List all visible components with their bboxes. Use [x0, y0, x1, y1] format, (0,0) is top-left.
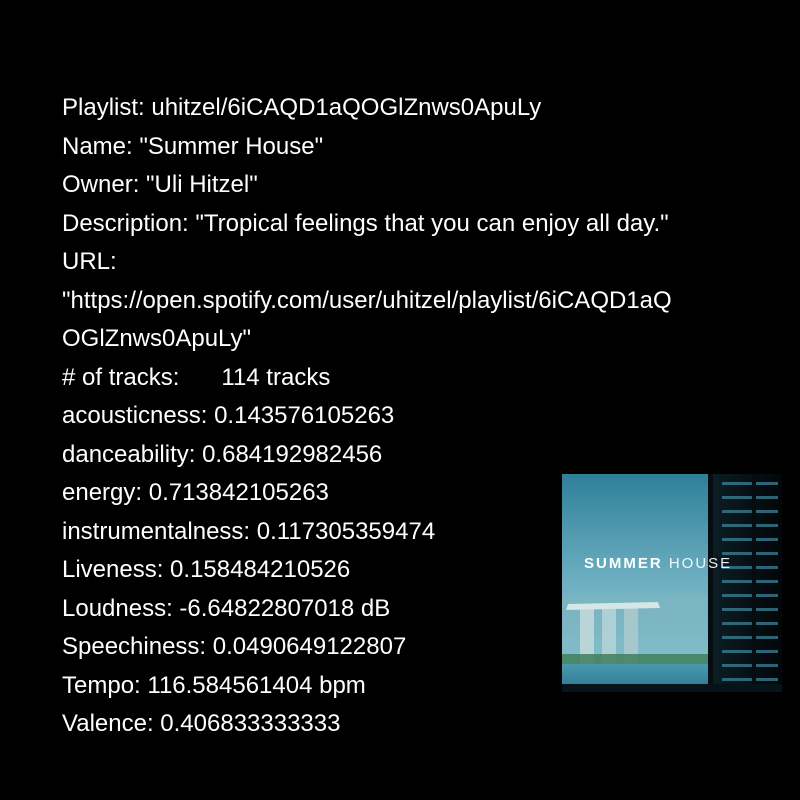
- playlist-id-line: Playlist: uhitzel/6iCAQD1aQOGlZnws0ApuLy: [62, 94, 542, 121]
- playlist-url-line-2: OGlZnws0ApuLy": [62, 325, 252, 352]
- feature-valence: Valence: 0.406833333333: [62, 710, 341, 737]
- cover-title-light: HOUSE: [668, 555, 733, 572]
- track-count-label: # of tracks:: [62, 363, 180, 391]
- playlist-url-label: URL:: [62, 248, 117, 275]
- track-count-value: 114 tracks: [221, 363, 331, 391]
- playlist-url-line-1: "https://open.spotify.com/user/uhitzel/p…: [62, 286, 672, 314]
- cover-title: SUMMER HOUSE: [584, 555, 732, 572]
- playlist-description-line: Description: "Tropical feelings that you…: [62, 209, 669, 237]
- track-count-line: # of tracks: 114 tracks: [62, 359, 784, 398]
- playlist-name-line: Name: "Summer House": [62, 132, 324, 160]
- feature-danceability: danceability: 0.684192982456: [62, 440, 383, 468]
- playlist-owner-line: Owner: "Uli Hitzel": [62, 171, 258, 198]
- playlist-cover-image: SUMMER HOUSE: [562, 474, 782, 692]
- feature-acousticness: acousticness: 0.143576105263: [62, 402, 395, 429]
- cover-art: [562, 474, 782, 692]
- cover-title-bold: SUMMER: [584, 555, 663, 572]
